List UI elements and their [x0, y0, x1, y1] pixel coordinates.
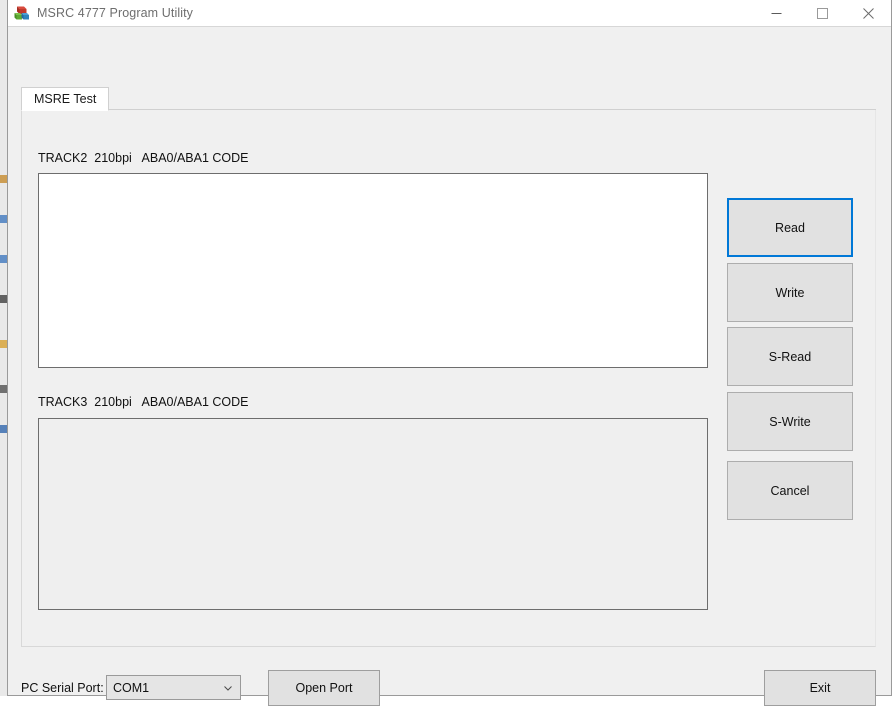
tab-msre-test[interactable]: MSRE Test: [21, 87, 110, 111]
serial-port-value: COM1: [113, 680, 150, 695]
track3-label: TRACK3 210bpi ABA0/ABA1 CODE: [38, 395, 249, 409]
close-icon: [862, 8, 874, 19]
client-area: MSRE Test TRACK2 210bpi ABA0/ABA1 CODE T…: [8, 27, 891, 706]
desktop-icon: [0, 295, 7, 303]
window-controls: [753, 0, 891, 27]
close-button[interactable]: [845, 0, 891, 27]
window-title: MSRC 4777 Program Utility: [37, 6, 194, 20]
app-cubes-icon: [14, 5, 30, 21]
exit-button[interactable]: Exit: [764, 670, 876, 706]
desktop-icon: [0, 340, 7, 348]
serial-port-label: PC Serial Port:: [21, 681, 104, 695]
cancel-button[interactable]: Cancel: [727, 461, 853, 520]
desktop-icon: [0, 175, 7, 183]
track2-input[interactable]: [38, 173, 708, 368]
s-write-button[interactable]: S-Write: [727, 392, 853, 451]
maximize-button[interactable]: [799, 0, 845, 27]
chevron-down-icon: [224, 685, 232, 691]
tab-label: MSRE Test: [34, 92, 97, 106]
desktop-icon: [0, 215, 7, 223]
tab-page-msre-test: TRACK2 210bpi ABA0/ABA1 CODE TRACK3 210b…: [21, 110, 876, 647]
open-port-button[interactable]: Open Port: [268, 670, 380, 706]
minimize-icon: [771, 13, 781, 14]
desktop-icon: [0, 385, 7, 393]
tab-strip: MSRE Test: [21, 87, 876, 111]
tab-control: MSRE Test TRACK2 210bpi ABA0/ABA1 CODE T…: [21, 87, 876, 647]
track2-label: TRACK2 210bpi ABA0/ABA1 CODE: [38, 151, 249, 165]
s-read-button[interactable]: S-Read: [727, 327, 853, 386]
application-window: MSRC 4777 Program Utility MSRE Test TRAC…: [7, 0, 892, 706]
write-button[interactable]: Write: [727, 263, 853, 322]
track3-input[interactable]: [38, 418, 708, 610]
desktop-icon: [0, 425, 7, 433]
title-bar[interactable]: MSRC 4777 Program Utility: [8, 0, 891, 27]
serial-port-select[interactable]: COM1: [106, 675, 241, 700]
desktop-icon: [0, 255, 7, 263]
read-button[interactable]: Read: [727, 198, 853, 257]
maximize-icon: [816, 8, 828, 19]
minimize-button[interactable]: [753, 0, 799, 27]
